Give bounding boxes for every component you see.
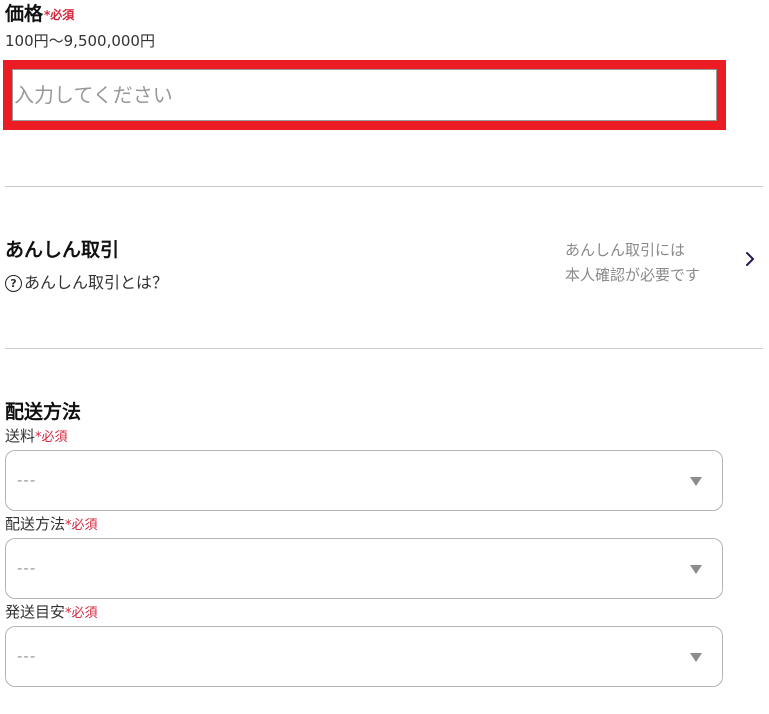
shipping-method-label: 配送方法*必須 [5,514,98,536]
shipping-days-select[interactable]: --- [5,626,723,687]
safe-trade-row[interactable]: あんしん取引 ? あんしん取引とは？ あんしん取引には 本人確認が必要です [0,230,769,300]
required-badge: *必須 [44,8,75,22]
dropdown-arrow-icon [690,565,702,574]
required-badge: *必須 [35,430,68,445]
shipping-days-label: 発送目安*必須 [5,602,98,624]
shipping-section-title: 配送方法 [5,401,82,423]
safe-trade-help-link[interactable]: ? あんしん取引とは？ [5,272,168,294]
divider [5,348,763,349]
field-label-text: 送料 [5,427,36,445]
required-badge: *必須 [65,606,98,621]
shipping-fee-label: 送料*必須 [5,426,68,448]
safe-trade-note-line1: あんしん取引には [565,241,686,259]
safe-trade-title: あんしん取引 [5,239,120,261]
chevron-right-icon[interactable] [744,250,756,268]
select-value: --- [17,647,37,665]
select-value: --- [17,559,37,577]
dropdown-arrow-icon [690,477,702,486]
dropdown-arrow-icon [690,653,702,662]
field-label-text: 発送目安 [5,603,66,621]
divider [5,186,763,187]
select-value: --- [17,471,37,489]
safe-trade-note-line2: 本人確認が必要です [565,266,701,284]
price-input[interactable] [12,69,717,121]
required-badge: *必須 [65,518,98,533]
safe-trade-note: あんしん取引には 本人確認が必要です [565,238,700,288]
price-title: 価格 [5,3,44,25]
shipping-fee-select[interactable]: --- [5,450,723,511]
question-circle-icon: ? [5,275,22,292]
field-label-text: 配送方法 [5,515,66,533]
safe-trade-help-label: あんしん取引とは？ [24,273,169,292]
price-input-highlight [3,60,726,130]
price-range-hint: 100円〜9,500,000円 [5,32,155,50]
price-heading: 価格*必須 [5,2,74,28]
shipping-method-select[interactable]: --- [5,538,723,599]
